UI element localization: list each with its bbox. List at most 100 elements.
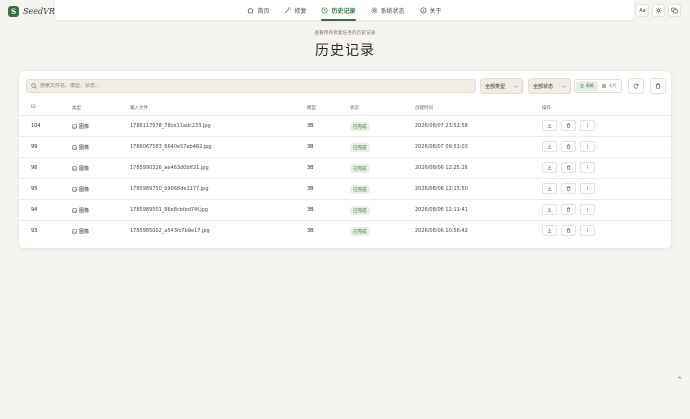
image-icon xyxy=(72,145,77,150)
scroll-top-button[interactable] xyxy=(676,374,683,381)
search-input[interactable] xyxy=(40,83,460,89)
row-created-time: 2026/08/07 09:53:03 xyxy=(415,144,468,150)
history-icon xyxy=(322,7,328,13)
clear-history-button[interactable] xyxy=(650,78,666,94)
more-vertical-icon xyxy=(587,123,588,128)
table-row[interactable]: 94 图像 1785989501_86e8cbfed74f.jpg 3B 已完成 2026… xyxy=(19,199,673,220)
app-logo[interactable]: S SeedVR2 xyxy=(8,5,60,17)
table-row[interactable]: 96 图像 1785990326_ae463d0bff21.jpg 3B 已完成 2026… xyxy=(19,157,673,178)
more-options-button[interactable] xyxy=(580,204,595,215)
row-model: 3B xyxy=(307,123,314,129)
view-grid-button[interactable]: 卡片 xyxy=(599,81,621,91)
row-type: 图像 xyxy=(72,123,89,130)
top-nav: 首页 修复 历史记录 系统状态 关于 xyxy=(55,0,634,21)
table-row[interactable]: 99 图像 1786067583_6640e57eb462.jpg 3B 已完成 2026… xyxy=(19,136,673,157)
delete-button[interactable] xyxy=(561,225,576,236)
refresh-icon xyxy=(633,83,639,89)
nav-system-status[interactable]: 系统状态 xyxy=(367,3,409,18)
row-created-time: 2026/08/06 10:56:42 xyxy=(415,228,468,234)
trash-icon xyxy=(566,144,571,149)
status-badge: 已完成 xyxy=(350,164,370,173)
status-badge: 已完成 xyxy=(350,122,370,131)
search-icon xyxy=(31,83,37,89)
row-model: 3B xyxy=(307,165,314,171)
nav-about-label: 关于 xyxy=(429,7,442,15)
more-options-button[interactable] xyxy=(580,162,595,173)
image-icon xyxy=(72,229,77,234)
row-input-file: 1786067583_6640e57eb462.jpg xyxy=(130,144,212,150)
row-type-label: 图像 xyxy=(79,145,90,151)
row-id: 96 xyxy=(31,165,38,171)
table-row[interactable]: 104 图像 1786117978_78ce11adc233.jpg 3B 已完成 202… xyxy=(19,115,673,136)
row-id: 93 xyxy=(31,228,38,234)
delete-button[interactable] xyxy=(561,141,576,152)
col-model: 模型 xyxy=(307,106,316,111)
more-options-button[interactable] xyxy=(580,225,595,236)
row-id: 104 xyxy=(31,123,41,129)
col-input-file: 输入文件 xyxy=(130,106,148,111)
download-icon xyxy=(547,165,552,170)
delete-button[interactable] xyxy=(561,162,576,173)
row-type-label: 图像 xyxy=(79,208,90,214)
image-icon xyxy=(72,124,77,129)
search-box xyxy=(26,79,476,93)
row-input-file: 1786117978_78ce11adc233.jpg xyxy=(130,123,211,129)
refresh-button[interactable] xyxy=(628,78,644,94)
row-id: 99 xyxy=(31,144,38,150)
delete-button[interactable] xyxy=(561,183,576,194)
list-icon xyxy=(580,84,584,88)
nav-home[interactable]: 首页 xyxy=(243,3,273,18)
more-options-button[interactable] xyxy=(580,183,595,194)
font-size-label: Aa xyxy=(639,7,646,14)
page-subtitle: 查看所有修复任务的历史记录 xyxy=(314,31,376,36)
nav-about[interactable]: 关于 xyxy=(416,3,446,18)
more-vertical-icon xyxy=(587,165,588,170)
translate-icon xyxy=(671,7,678,14)
col-id: ID xyxy=(31,105,36,110)
view-grid-label: 卡片 xyxy=(608,83,617,88)
col-status: 状态 xyxy=(350,106,359,111)
download-button[interactable] xyxy=(542,162,557,173)
row-created-time: 2026/08/06 12:11:41 xyxy=(415,207,468,213)
row-input-file: 1785990326_ae463d0bff21.jpg xyxy=(130,165,209,171)
row-type: 图像 xyxy=(72,144,89,151)
home-icon xyxy=(247,7,254,13)
view-toggle: 表格 卡片 xyxy=(574,79,622,93)
language-button[interactable] xyxy=(668,4,681,17)
download-button[interactable] xyxy=(542,204,557,215)
more-vertical-icon xyxy=(587,144,588,149)
more-options-button[interactable] xyxy=(580,120,595,131)
delete-button[interactable] xyxy=(561,120,576,131)
logo-mark: S xyxy=(8,5,19,17)
sun-icon xyxy=(655,7,662,14)
download-button[interactable] xyxy=(542,141,557,152)
row-type: 图像 xyxy=(72,165,89,172)
view-list-button[interactable]: 表格 xyxy=(576,81,598,91)
table-row[interactable]: 95 图像 1785989750_b9068de1177.jpg 3B 已完成 2026/… xyxy=(19,178,673,199)
status-filter-select[interactable]: 全部状态 xyxy=(528,78,571,94)
type-filter-select[interactable]: 全部类型 xyxy=(480,78,523,94)
row-type: 图像 xyxy=(72,228,89,235)
nav-system-status-label: 系统状态 xyxy=(380,7,405,15)
nav-history[interactable]: 历史记录 xyxy=(317,3,359,21)
row-created-time: 2026/08/06 12:25:26 xyxy=(415,165,468,171)
magic-wand-icon xyxy=(285,6,292,13)
view-list-label: 表格 xyxy=(585,83,594,88)
theme-toggle-button[interactable] xyxy=(652,4,665,17)
download-button[interactable] xyxy=(542,120,557,131)
image-icon xyxy=(72,208,77,213)
download-button[interactable] xyxy=(542,225,557,236)
status-badge: 已完成 xyxy=(350,227,370,236)
table-row[interactable]: 93 图像 1785985002_a543fc7b9e17.jpg 3B 已完成 2026… xyxy=(19,220,673,241)
delete-button[interactable] xyxy=(561,204,576,215)
font-size-button[interactable]: Aa xyxy=(636,4,649,17)
status-filter-value: 全部状态 xyxy=(533,83,554,90)
status-badge: 已完成 xyxy=(350,206,370,215)
download-button[interactable] xyxy=(542,183,557,194)
more-options-button[interactable] xyxy=(580,141,595,152)
row-model: 3B xyxy=(307,207,314,213)
download-icon xyxy=(547,123,552,128)
nav-restore[interactable]: 修复 xyxy=(280,3,310,18)
download-icon xyxy=(547,207,552,212)
info-icon xyxy=(420,7,426,13)
